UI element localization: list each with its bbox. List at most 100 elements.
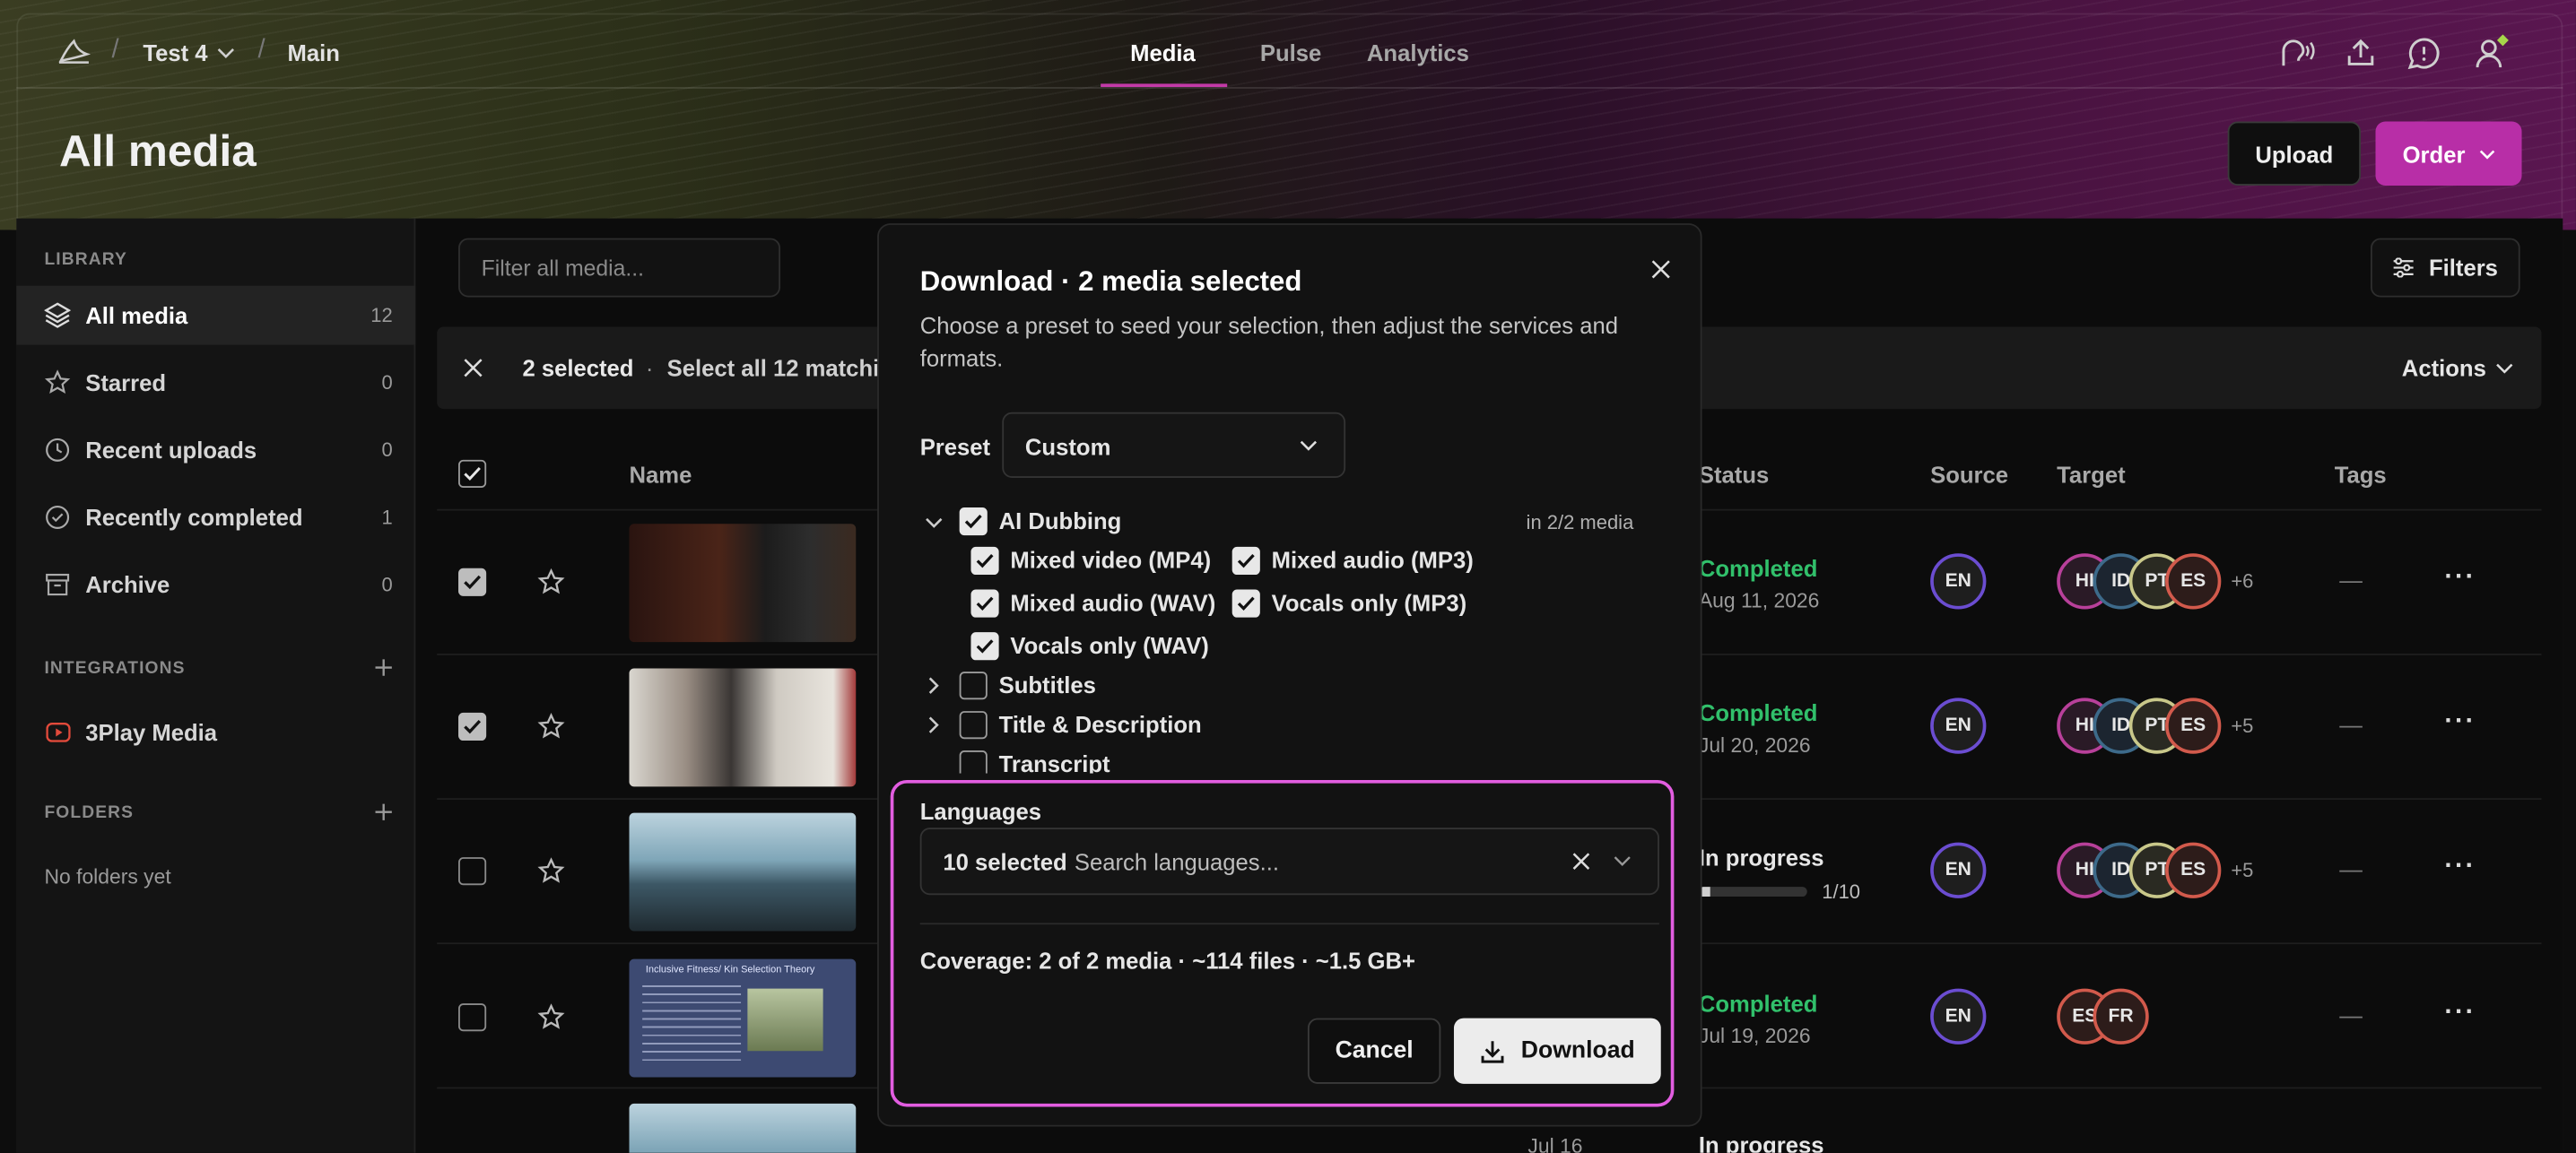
format-checkbox[interactable] [970,632,999,661]
star-icon[interactable] [535,567,565,596]
row-menu-button[interactable]: ··· [2444,853,2476,882]
breadcrumb-separator: / [111,36,119,65]
archive-icon [43,570,73,600]
format-label: Vocals only (MP3) [1271,589,1467,616]
workspace-switcher[interactable]: Test 4 [143,39,207,65]
branch-label[interactable]: Main [288,39,340,65]
app-window: / Test 4 / Main Media Pulse Analytics Al… [0,0,2576,1153]
format-checkbox[interactable] [970,589,999,618]
row-checkbox[interactable] [458,568,487,596]
format-checkbox[interactable] [970,546,999,576]
service-checkbox-subtitles[interactable] [959,672,988,700]
media-thumbnail[interactable] [629,668,857,787]
status-badge: In progress [1698,844,1824,871]
add-integration-icon[interactable] [371,655,395,679]
add-folder-icon[interactable] [371,800,395,823]
format-label: Mixed audio (WAV) [1010,589,1216,616]
page-title: All media [58,126,257,176]
service-checkbox-transcript[interactable] [959,750,988,774]
select-all-link[interactable]: Select all 12 matchin [667,355,893,381]
sidebar-item-count: 1 [381,506,393,529]
media-thumbnail[interactable] [629,524,857,643]
row-checkbox[interactable] [458,712,487,741]
column-header-tags[interactable]: Tags [2335,462,2387,488]
close-icon[interactable] [460,355,486,381]
tab-media[interactable]: Media [1130,39,1196,65]
sidebar-item-label: Archive [85,571,170,598]
row-checkbox[interactable] [458,1003,487,1032]
progress-bar [1698,887,1807,897]
filters-button[interactable]: Filters [2370,238,2520,298]
chevron-right-icon[interactable] [925,715,941,734]
filter-input[interactable]: Filter all media... [458,238,781,298]
tab-pulse[interactable]: Pulse [1260,39,1321,65]
sidebar-item-all-media[interactable]: All media 12 [16,285,416,345]
focus-highlight [890,780,1675,1107]
service-checkbox-title-description[interactable] [959,711,988,740]
column-header-source[interactable]: Source [1930,462,2008,488]
status-date: Aug 11, 2026 [1698,589,1820,613]
sidebar-item-count: 0 [381,573,393,596]
media-thumbnail[interactable]: Inclusive Fitness/ Kin Selection Theory [629,958,857,1078]
folders-header: FOLDERS [44,802,135,823]
thumbnail-text-lines [642,984,742,1062]
sidebar-item-count: 12 [370,303,393,327]
status-badge: Completed [1698,555,1818,582]
media-thumbnail[interactable] [629,1103,857,1153]
chevron-right-icon[interactable] [925,675,941,695]
sidebar: LIBRARY All media 12 Starred 0 Recent up… [16,218,416,1153]
format-checkbox[interactable] [1231,546,1260,576]
user-icon[interactable] [2471,33,2511,73]
sidebar-item-3play-media[interactable]: 3Play Media [16,703,415,762]
chevron-down-icon[interactable] [923,512,943,532]
chevron-down-icon [1300,440,1318,451]
preset-value: Custom [1024,433,1111,460]
select-all-checkbox[interactable] [458,459,487,488]
preset-select[interactable]: Custom [1002,412,1346,478]
upload-button-label: Upload [2255,140,2334,167]
status-badge: Completed [1698,699,1818,726]
column-header-name[interactable]: Name [630,462,692,488]
order-button[interactable]: Order [2375,121,2522,186]
dialog-title: Download · 2 media selected [919,265,1302,298]
upload-icon[interactable] [2343,34,2379,70]
row-menu-button[interactable]: ··· [2444,707,2476,737]
youtube-icon [43,717,73,747]
row-menu-button[interactable]: ··· [2444,999,2476,1028]
format-label: Mixed video (MP4) [1010,546,1212,574]
voice-icon[interactable] [2277,34,2317,70]
star-icon[interactable] [535,855,565,885]
integrations-header: INTEGRATIONS [44,658,186,679]
chat-icon[interactable] [2405,34,2441,70]
filter-placeholder: Filter all media... [481,256,645,282]
sidebar-item-recent-uploads[interactable]: Recent uploads 0 [16,420,415,480]
service-coverage: in 2/2 media [1526,510,1634,534]
row-checkbox[interactable] [458,857,487,886]
upload-button[interactable]: Upload [2227,121,2362,186]
sidebar-item-archive[interactable]: Archive 0 [16,555,415,614]
actions-button[interactable]: Actions [2402,355,2486,381]
column-header-target[interactable]: Target [2057,462,2125,488]
folders-empty-text: No folders yet [44,865,171,889]
selected-count: 2 selected [522,354,634,381]
format-label: Vocals only (WAV) [1010,632,1209,659]
close-icon[interactable] [1648,256,1674,282]
order-button-label: Order [2402,140,2466,167]
row-menu-button[interactable]: ··· [2444,563,2476,593]
thumbnail-image [747,988,823,1052]
filters-label: Filters [2428,254,2498,282]
sidebar-item-label: Starred [85,369,167,396]
star-icon[interactable] [535,1001,565,1031]
column-header-status[interactable]: Status [1699,462,1769,488]
tab-analytics[interactable]: Analytics [1367,39,1469,65]
layers-icon [43,300,73,330]
chevron-down-icon[interactable] [215,43,235,63]
media-thumbnail[interactable] [629,812,857,932]
service-checkbox-ai-dubbing[interactable] [959,507,988,536]
sidebar-item-recently-completed[interactable]: Recently completed 1 [16,488,415,547]
format-checkbox[interactable] [1231,589,1260,618]
logo-icon[interactable] [56,36,91,69]
chevron-down-icon[interactable] [2493,360,2513,376]
star-icon[interactable] [535,711,565,741]
sidebar-item-starred[interactable]: Starred 0 [16,353,415,412]
